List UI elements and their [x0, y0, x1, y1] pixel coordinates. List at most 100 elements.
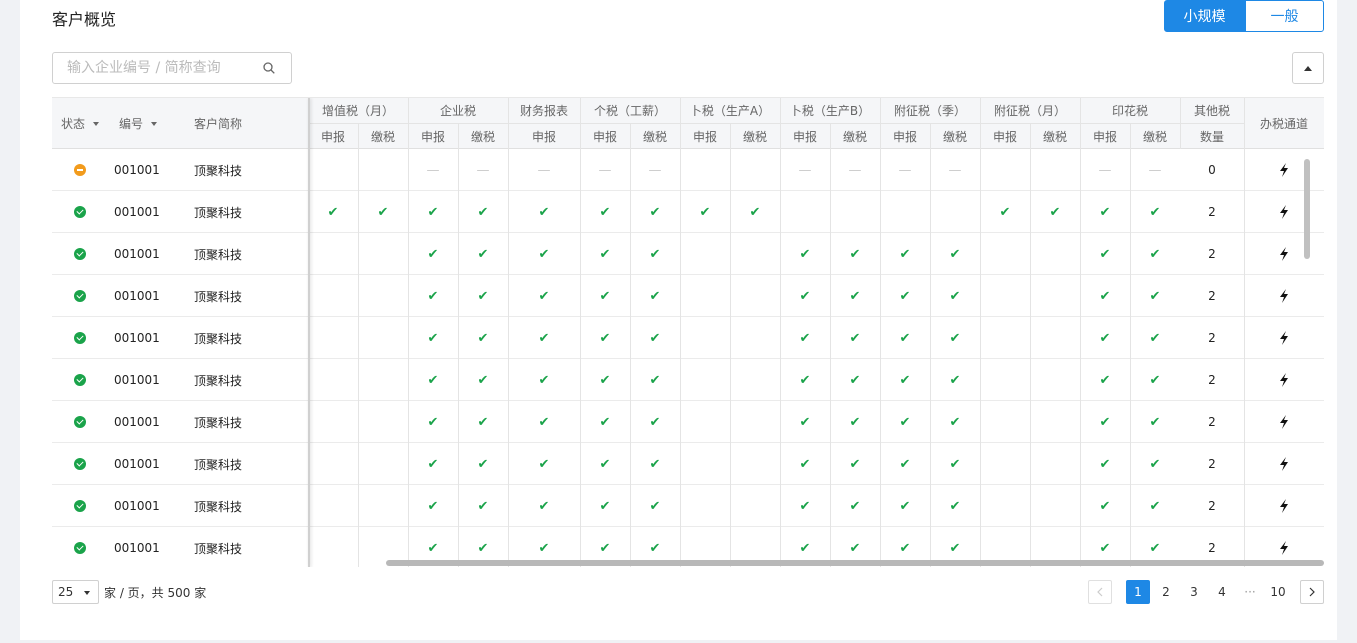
page-1[interactable]: 1	[1126, 580, 1150, 604]
customer-name[interactable]: 顶聚科技	[194, 401, 242, 443]
table-row[interactable]: 001001 顶聚科技 ✔ ✔ ✔ ✔ ✔ ✔ ✔ ✔ ✔ ✔ ✔ 2	[52, 485, 1324, 527]
lightning-icon[interactable]	[1278, 457, 1290, 471]
column-divider	[458, 123, 459, 149]
pagination-summary: 家 / 页，共 500 家	[104, 585, 207, 600]
table-row[interactable]: 001001 顶聚科技 ✔ ✔ ✔ ✔ ✔ ✔ ✔ ✔ ✔ ✔ ✔ 2	[52, 233, 1324, 275]
check-icon: ✔	[1099, 414, 1111, 430]
check-icon: ✔	[427, 246, 439, 262]
column-divider	[1244, 149, 1245, 191]
status-ok-icon	[74, 416, 86, 428]
check-icon: ✔	[949, 414, 961, 430]
column-divider	[730, 149, 731, 191]
lightning-icon[interactable]	[1278, 373, 1290, 387]
vertical-scrollbar[interactable]	[1304, 159, 1310, 259]
lightning-icon[interactable]	[1278, 247, 1290, 261]
lightning-icon[interactable]	[1278, 499, 1290, 513]
check-icon: ✔	[649, 246, 661, 262]
table-row[interactable]: 001001 顶聚科技 ✔ ✔ ✔ ✔ ✔ ✔ ✔ ✔ ✔ ✔ ✔ 2	[52, 443, 1324, 485]
column-divider	[680, 275, 681, 317]
check-icon: ✔	[899, 372, 911, 388]
column-divider	[358, 527, 359, 567]
column-divider	[1244, 317, 1245, 359]
customer-name[interactable]: 顶聚科技	[194, 191, 242, 233]
column-divider	[730, 233, 731, 275]
customer-code: 001001	[114, 415, 160, 429]
customer-name[interactable]: 顶聚科技	[194, 485, 242, 527]
check-icon: ✔	[538, 288, 550, 304]
page-4[interactable]: 4	[1208, 580, 1236, 604]
column-divider	[680, 485, 681, 527]
lightning-icon[interactable]	[1278, 163, 1290, 177]
customer-name[interactable]: 顶聚科技	[194, 359, 242, 401]
next-page-button[interactable]	[1300, 580, 1324, 604]
table-row[interactable]: 001001 顶聚科技 — — — — — — — — — — — 0	[52, 149, 1324, 191]
check-icon: ✔	[799, 498, 811, 514]
lightning-icon[interactable]	[1278, 289, 1290, 303]
tax-sub-header: 缴税	[642, 129, 667, 144]
check-icon: ✔	[427, 414, 439, 430]
customer-name[interactable]: 顶聚科技	[194, 317, 242, 359]
check-icon: ✔	[1099, 456, 1111, 472]
page-last[interactable]: 10	[1264, 580, 1292, 604]
tax-sub-header: 申报	[692, 129, 717, 144]
check-icon: ✔	[599, 456, 611, 472]
code-header[interactable]: 编号	[108, 98, 168, 149]
check-icon: ✔	[1099, 372, 1111, 388]
column-divider	[930, 191, 931, 233]
header-divider	[308, 123, 1244, 124]
check-icon: ✔	[327, 204, 339, 220]
customer-name[interactable]: 顶聚科技	[194, 275, 242, 317]
status-ok-icon	[74, 248, 86, 260]
customer-name[interactable]: 顶聚科技	[194, 443, 242, 485]
table-row[interactable]: 001001 顶聚科技 ✔ ✔ ✔ ✔ ✔ ✔ ✔ ✔ ✔ ✔ ✔ ✔ ✔ 2	[52, 191, 1324, 233]
check-icon: ✔	[949, 456, 961, 472]
scale-toggle: 小规模 一般	[1164, 0, 1324, 32]
check-icon: ✔	[599, 204, 611, 220]
column-divider	[1244, 485, 1245, 527]
dash-icon: —	[798, 162, 812, 178]
column-divider	[780, 191, 781, 233]
check-icon: ✔	[1099, 204, 1111, 220]
customer-code: 001001	[114, 331, 160, 345]
column-divider	[1244, 98, 1245, 149]
column-divider	[680, 443, 681, 485]
check-icon: ✔	[949, 372, 961, 388]
lightning-icon[interactable]	[1278, 415, 1290, 429]
lightning-icon[interactable]	[1278, 331, 1290, 345]
pagination: 1 2 3 4 ··· 10	[1088, 580, 1324, 604]
column-divider	[730, 123, 731, 149]
page-3[interactable]: 3	[1180, 580, 1208, 604]
horizontal-scrollbar[interactable]	[386, 560, 1324, 566]
page-size-select[interactable]: 25	[52, 580, 99, 604]
customer-name[interactable]: 顶聚科技	[194, 233, 242, 275]
column-divider	[980, 317, 981, 359]
search-icon[interactable]	[263, 62, 275, 74]
tax-sub-header: 缴税	[942, 129, 967, 144]
lightning-icon[interactable]	[1278, 541, 1290, 555]
collapse-button[interactable]	[1292, 52, 1324, 84]
table-row[interactable]: 001001 顶聚科技 ✔ ✔ ✔ ✔ ✔ ✔ ✔ ✔ ✔ ✔ ✔ 2	[52, 275, 1324, 317]
table-row[interactable]: 001001 顶聚科技 ✔ ✔ ✔ ✔ ✔ ✔ ✔ ✔ ✔ ✔ ✔ 2	[52, 359, 1324, 401]
table-row[interactable]: 001001 顶聚科技 ✔ ✔ ✔ ✔ ✔ ✔ ✔ ✔ ✔ ✔ ✔ 2	[52, 401, 1324, 443]
chevron-right-icon	[1309, 587, 1315, 597]
table-row[interactable]: 001001 顶聚科技 ✔ ✔ ✔ ✔ ✔ ✔ ✔ ✔ ✔ ✔ ✔ 2	[52, 317, 1324, 359]
prev-page-button[interactable]	[1088, 580, 1112, 604]
pagination-ellipsis[interactable]: ···	[1236, 585, 1264, 599]
column-divider	[730, 359, 731, 401]
check-icon: ✔	[1149, 372, 1161, 388]
page-2[interactable]: 2	[1152, 580, 1180, 604]
chevron-left-icon	[1097, 587, 1103, 597]
status-header[interactable]: 状态	[52, 98, 108, 149]
column-divider	[1030, 275, 1031, 317]
small-scale-button[interactable]: 小规模	[1164, 0, 1245, 32]
lightning-icon[interactable]	[1278, 205, 1290, 219]
check-icon: ✔	[427, 456, 439, 472]
customer-name[interactable]: 顶聚科技	[194, 149, 242, 191]
dash-icon: —	[598, 162, 612, 178]
customer-name[interactable]: 顶聚科技	[194, 527, 242, 567]
check-icon: ✔	[477, 204, 489, 220]
column-divider	[1244, 275, 1245, 317]
other-tax-count: 0	[1208, 163, 1216, 177]
search-input[interactable]	[53, 53, 253, 83]
general-button[interactable]: 一般	[1245, 0, 1324, 32]
